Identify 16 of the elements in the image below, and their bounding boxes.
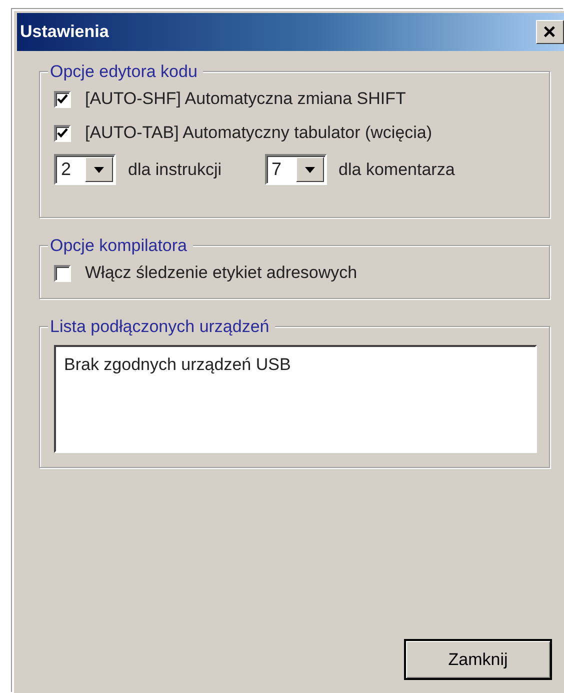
checkbox[interactable] xyxy=(54,124,71,142)
checkbox[interactable] xyxy=(54,90,71,108)
indent-suffix: dla komentarza xyxy=(338,158,455,181)
indent-dropdown[interactable]: 7 xyxy=(264,154,327,185)
checkbox-label: [AUTO-TAB] Automatyczny tabulator (wcięcia) xyxy=(85,122,432,144)
window-title: Ustawienia xyxy=(20,21,109,44)
device-list-item[interactable]: Brak zgodnych urządzeń USB xyxy=(64,352,527,378)
close-button[interactable]: Zamknij xyxy=(404,639,552,680)
checkbox-label: Włącz śledzenie etykiet adresowych xyxy=(85,262,358,284)
indent-dropdown[interactable]: 2 xyxy=(54,154,116,185)
checkbox[interactable] xyxy=(54,264,71,282)
dropdown-arrow-icon xyxy=(94,166,104,172)
checkbox-label: [AUTO-SHF] Automatyczna zmiana SHIFT xyxy=(85,88,406,110)
close-button[interactable]: × xyxy=(536,20,564,44)
dropdown-arrow-icon xyxy=(304,166,315,172)
indent-suffix: dla instrukcji xyxy=(128,158,222,181)
